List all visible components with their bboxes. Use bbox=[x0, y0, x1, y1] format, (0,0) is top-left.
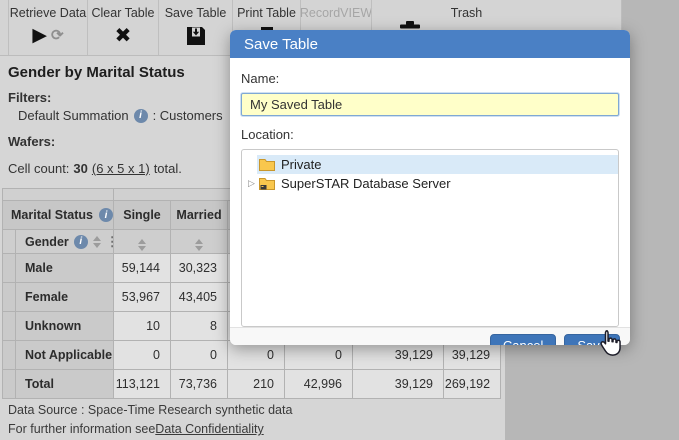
recordview-label: RecordVIEW bbox=[300, 6, 372, 20]
print-table-label: Print Table bbox=[237, 6, 296, 20]
sort-icon[interactable] bbox=[93, 236, 101, 248]
row-label[interactable]: Not Applicable bbox=[16, 341, 113, 369]
save-table-label: Save Table bbox=[165, 6, 227, 20]
sub-dimension-header[interactable]: Gender i bbox=[16, 230, 114, 253]
cell[interactable]: 10 bbox=[114, 312, 171, 341]
table-row-total: Total 113,121 73,736 210 42,996 39,129 2… bbox=[3, 370, 501, 399]
page-footer: Data Source : Space-Time Research synthe… bbox=[8, 401, 292, 439]
cell-count-line: Cell count: 30 (6 x 5 x 1) total. bbox=[8, 161, 182, 176]
save-table-dialog: Save Table Name: Location: Private bbox=[230, 30, 630, 345]
retrieve-data-button[interactable]: Retrieve Data bbox=[8, 0, 87, 55]
row-label[interactable]: Male bbox=[16, 254, 113, 282]
sort-icon[interactable] bbox=[195, 239, 203, 251]
dialog-titlebar: Save Table bbox=[230, 30, 630, 58]
cell[interactable]: 8 bbox=[171, 312, 228, 341]
play-icon bbox=[32, 26, 47, 46]
cell[interactable]: 53,967 bbox=[114, 283, 171, 312]
row-label[interactable]: Female bbox=[16, 283, 113, 311]
tree-item-label: Private bbox=[281, 157, 321, 172]
tree-item-label: SuperSTAR Database Server bbox=[281, 176, 451, 191]
column-header-married[interactable]: Married bbox=[171, 201, 228, 230]
info-icon[interactable]: i bbox=[74, 235, 88, 249]
data-confidentiality-link[interactable]: Data Confidentiality bbox=[155, 422, 263, 436]
row-dimension-label: Marital Status bbox=[11, 208, 93, 222]
cell[interactable]: 269,192 bbox=[444, 370, 501, 399]
column-header-single[interactable]: Single bbox=[114, 201, 171, 230]
cell[interactable]: 42,996 bbox=[285, 370, 353, 399]
sub-dimension-label: Gender bbox=[25, 235, 69, 249]
confidentiality-prefix: For further information see bbox=[8, 422, 155, 436]
cell[interactable]: 39,129 bbox=[353, 370, 444, 399]
server-folder-icon bbox=[259, 177, 275, 190]
cell-count-prefix: Cell count: bbox=[8, 161, 69, 176]
sort-icon[interactable] bbox=[138, 239, 146, 251]
filters-heading: Filters: bbox=[8, 90, 51, 105]
save-floppy-icon bbox=[186, 26, 206, 46]
dialog-footer: Cancel Save bbox=[230, 327, 630, 345]
info-icon[interactable]: i bbox=[134, 109, 148, 123]
filter-line: Default Summation i : Customers bbox=[18, 108, 223, 123]
dialog-body: Name: Location: Private bbox=[230, 58, 630, 327]
dialog-title: Save Table bbox=[244, 36, 318, 53]
clear-x-icon bbox=[115, 26, 132, 47]
clear-table-label: Clear Table bbox=[91, 6, 154, 20]
cell-count-link[interactable]: (6 x 5 x 1) bbox=[92, 161, 150, 176]
confidentiality-note: For further information seeData Confiden… bbox=[8, 420, 292, 439]
row-label[interactable]: Total bbox=[16, 370, 113, 398]
location-label: Location: bbox=[241, 127, 619, 142]
info-icon[interactable]: i bbox=[99, 208, 113, 222]
row-label[interactable]: Unknown bbox=[16, 312, 113, 340]
name-input[interactable] bbox=[241, 93, 619, 116]
toolbar-spacer bbox=[0, 0, 8, 55]
menu-dots-icon[interactable] bbox=[106, 235, 114, 248]
name-label: Name: bbox=[241, 71, 619, 86]
tree-item-private[interactable]: Private bbox=[242, 155, 618, 174]
cell[interactable]: 73,736 bbox=[171, 370, 228, 399]
trash-label: Trash bbox=[451, 6, 483, 20]
cancel-button[interactable]: Cancel bbox=[490, 334, 556, 345]
save-table-button[interactable]: Save Table bbox=[158, 0, 232, 55]
filter-name: Default Summation bbox=[18, 108, 129, 123]
hand-cursor-icon bbox=[596, 329, 624, 364]
cell[interactable]: 30,323 bbox=[171, 254, 228, 283]
cell[interactable]: 43,405 bbox=[171, 283, 228, 312]
data-source-note: Data Source : Space-Time Research synthe… bbox=[8, 401, 292, 420]
cell-count-suffix: total. bbox=[154, 161, 182, 176]
retrieve-data-label: Retrieve Data bbox=[10, 6, 86, 20]
cell-count-value: 30 bbox=[73, 161, 87, 176]
indent-strip bbox=[3, 230, 16, 253]
row-dimension-header[interactable]: Marital Status i bbox=[3, 208, 113, 222]
page-title: Gender by Marital Status bbox=[8, 64, 185, 81]
cell[interactable]: 0 bbox=[114, 341, 171, 370]
expand-arrow-icon[interactable] bbox=[246, 178, 257, 189]
cell[interactable]: 210 bbox=[228, 370, 285, 399]
tree-item-superstar-server[interactable]: SuperSTAR Database Server bbox=[242, 174, 618, 193]
cell[interactable]: 59,144 bbox=[114, 254, 171, 283]
location-tree: Private SuperSTAR Database Server bbox=[241, 149, 619, 327]
folder-icon bbox=[259, 158, 275, 171]
clear-table-button[interactable]: Clear Table bbox=[87, 0, 158, 55]
cell[interactable]: 113,121 bbox=[114, 370, 171, 399]
refresh-icon bbox=[51, 27, 64, 45]
cell[interactable]: 0 bbox=[171, 341, 228, 370]
wafers-heading: Wafers: bbox=[8, 134, 55, 149]
filter-value: : Customers bbox=[153, 108, 223, 123]
